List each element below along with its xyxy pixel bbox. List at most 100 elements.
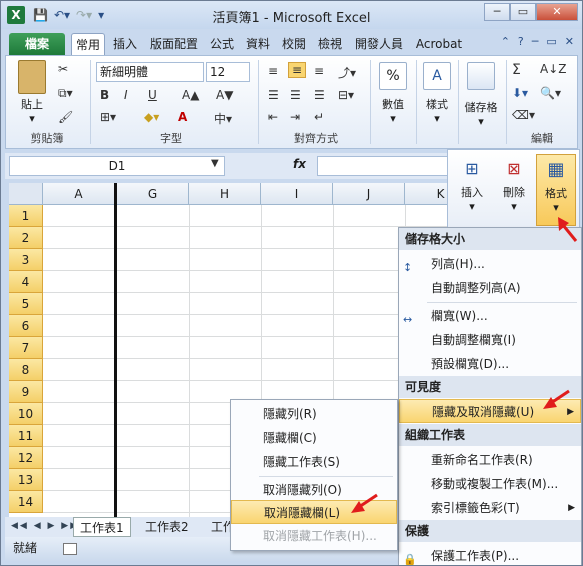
underline-button[interactable]: U bbox=[148, 88, 157, 102]
align-right-icon[interactable]: ☰ bbox=[314, 88, 325, 102]
grid-row[interactable] bbox=[43, 293, 449, 315]
sheet-tab-1[interactable]: 工作表1 bbox=[73, 517, 131, 537]
wrap-text-icon[interactable]: ↵ bbox=[314, 110, 324, 124]
tab-formulas[interactable]: 公式 bbox=[207, 33, 237, 55]
fill-color-icon[interactable]: ◆▾ bbox=[144, 110, 159, 124]
menu-item-autofit-column[interactable]: 自動調整欄寬(I) bbox=[399, 328, 581, 352]
name-box-dropdown-icon[interactable]: ▼ bbox=[211, 158, 219, 169]
italic-button[interactable]: I bbox=[124, 88, 128, 102]
column-header-a[interactable]: A bbox=[43, 183, 115, 205]
menu-item-unhide-columns[interactable]: 取消隱藏欄(L) bbox=[231, 500, 397, 524]
macro-record-icon[interactable] bbox=[62, 542, 77, 555]
name-box[interactable]: D1 bbox=[9, 156, 225, 176]
styles-button[interactable]: A 樣式 ▾ bbox=[420, 62, 454, 125]
grid-row[interactable] bbox=[43, 227, 449, 249]
find-select-icon[interactable]: 🔍▾ bbox=[540, 86, 561, 100]
row-header[interactable]: 5 bbox=[9, 293, 43, 315]
align-middle-icon[interactable]: ≡ bbox=[288, 62, 307, 78]
tab-file[interactable]: 檔案 bbox=[9, 33, 65, 55]
row-header[interactable]: 13 bbox=[9, 469, 43, 491]
menu-item-unhide-rows[interactable]: 取消隱藏列(O) bbox=[231, 478, 397, 502]
merge-center-icon[interactable]: ⊟▾ bbox=[338, 88, 354, 102]
font-size-select[interactable]: 12 bbox=[206, 62, 250, 82]
restore-button[interactable]: ▭ bbox=[510, 3, 536, 21]
align-top-icon[interactable]: ≡ bbox=[268, 64, 278, 78]
tab-insert[interactable]: 插入 bbox=[111, 33, 139, 55]
row-header[interactable]: 1 bbox=[9, 205, 43, 227]
fill-icon[interactable]: ⬇▾ bbox=[512, 86, 528, 100]
menu-item-hide-columns[interactable]: 隱藏欄(C) bbox=[231, 426, 397, 450]
tab-home[interactable]: 常用 bbox=[71, 33, 105, 55]
clear-icon[interactable]: ⌫▾ bbox=[512, 108, 535, 122]
font-name-select[interactable]: 新細明體 bbox=[96, 62, 204, 82]
menu-item-tab-color[interactable]: 索引標籤色彩(T) ▶ bbox=[399, 496, 581, 520]
menu-item-hide-unhide[interactable]: 隱藏及取消隱藏(U) ▶ bbox=[399, 399, 581, 423]
row-header[interactable]: 14 bbox=[9, 491, 43, 513]
menu-item-default-width[interactable]: 預設欄寬(D)... bbox=[399, 352, 581, 376]
select-all-corner[interactable] bbox=[9, 183, 43, 205]
menu-item-column-width[interactable]: ↔ 欄寬(W)... bbox=[399, 304, 581, 328]
column-header-h[interactable]: H bbox=[189, 183, 261, 205]
insert-function-button[interactable]: fx bbox=[293, 157, 306, 171]
shrink-font-button[interactable]: A▼ bbox=[216, 88, 233, 102]
delete-cells-button[interactable]: ⊠ 刪除 ▾ bbox=[494, 154, 534, 213]
menu-item-row-height[interactable]: ↕ 列高(H)... bbox=[399, 252, 581, 276]
align-left-icon[interactable]: ☰ bbox=[268, 88, 279, 102]
sheet-nav-arrows-icon[interactable]: ◀◀ ◀ ▶ ▶▶ bbox=[11, 521, 79, 531]
minimize-ribbon-icon[interactable]: ⌃ bbox=[501, 35, 510, 48]
workbook-restore-icon[interactable]: ▭ bbox=[546, 35, 556, 48]
menu-item-protect-sheet[interactable]: 🔒 保護工作表(P)... bbox=[399, 544, 581, 565]
row-header[interactable]: 7 bbox=[9, 337, 43, 359]
tab-acrobat[interactable]: Acrobat bbox=[411, 33, 467, 55]
increase-indent-icon[interactable]: ⇥ bbox=[290, 110, 300, 124]
menu-item-autofit-row[interactable]: 自動調整列高(A) bbox=[399, 276, 581, 300]
grow-font-button[interactable]: A▲ bbox=[182, 88, 199, 102]
align-center-icon[interactable]: ☰ bbox=[290, 88, 301, 102]
font-color-button[interactable]: A bbox=[178, 110, 187, 124]
sheet-tab-2[interactable]: 工作表2 bbox=[139, 517, 195, 537]
menu-item-hide-sheet[interactable]: 隱藏工作表(S) bbox=[231, 450, 397, 474]
row-header[interactable]: 6 bbox=[9, 315, 43, 337]
tab-developer[interactable]: 開發人員 bbox=[351, 33, 407, 55]
minimize-button[interactable]: ─ bbox=[484, 3, 510, 21]
tab-review[interactable]: 校閱 bbox=[279, 33, 309, 55]
grid-row[interactable] bbox=[43, 359, 449, 381]
grid-row[interactable] bbox=[43, 205, 449, 227]
close-button[interactable]: ✕ bbox=[536, 3, 578, 21]
align-bottom-icon[interactable]: ≡ bbox=[314, 64, 324, 78]
phonetic-icon[interactable]: 中▾ bbox=[214, 110, 232, 127]
sort-filter-icon[interactable]: A↓Z bbox=[540, 62, 566, 76]
tab-data[interactable]: 資料 bbox=[243, 33, 273, 55]
menu-item-hide-rows[interactable]: 隱藏列(R) bbox=[231, 402, 397, 426]
row-header[interactable]: 8 bbox=[9, 359, 43, 381]
number-format-button[interactable]: % 數值 ▾ bbox=[376, 62, 410, 125]
border-icon[interactable]: ⊞▾ bbox=[100, 110, 116, 124]
menu-item-move-copy-sheet[interactable]: 移動或複製工作表(M)... bbox=[399, 472, 581, 496]
grid-row[interactable] bbox=[43, 271, 449, 293]
grid-row[interactable] bbox=[43, 315, 449, 337]
column-header-i[interactable]: I bbox=[261, 183, 333, 205]
grid-row[interactable] bbox=[43, 249, 449, 271]
cut-icon[interactable]: ✂ bbox=[58, 62, 68, 76]
workbook-close-icon[interactable]: ✕ bbox=[565, 35, 574, 48]
insert-cells-button[interactable]: ⊞ 插入 ▾ bbox=[452, 154, 492, 213]
column-header-k[interactable]: K bbox=[405, 183, 449, 205]
menu-item-rename-sheet[interactable]: 重新命名工作表(R) bbox=[399, 448, 581, 472]
menu-item-unhide-sheet[interactable]: 取消隱藏工作表(H)... bbox=[231, 524, 397, 548]
row-header[interactable]: 4 bbox=[9, 271, 43, 293]
orientation-icon[interactable]: ⤴▾ bbox=[338, 64, 356, 81]
tab-page-layout[interactable]: 版面配置 bbox=[147, 33, 201, 55]
grid-row[interactable] bbox=[43, 337, 449, 359]
autosum-icon[interactable]: Σ bbox=[512, 62, 521, 78]
column-header-j[interactable]: J bbox=[333, 183, 405, 205]
row-header[interactable]: 10 bbox=[9, 403, 43, 425]
bold-button[interactable]: B bbox=[100, 88, 109, 102]
row-header[interactable]: 11 bbox=[9, 425, 43, 447]
format-cells-button[interactable]: ▦ 格式 ▾ bbox=[536, 154, 576, 226]
cells-button[interactable]: 儲存格 ▾ bbox=[460, 62, 502, 128]
help-icon[interactable]: ? bbox=[518, 35, 524, 48]
row-header[interactable]: 12 bbox=[9, 447, 43, 469]
paste-button[interactable]: 貼上 ▾ bbox=[12, 60, 52, 125]
row-header[interactable]: 2 bbox=[9, 227, 43, 249]
column-header-g[interactable]: G bbox=[117, 183, 189, 205]
